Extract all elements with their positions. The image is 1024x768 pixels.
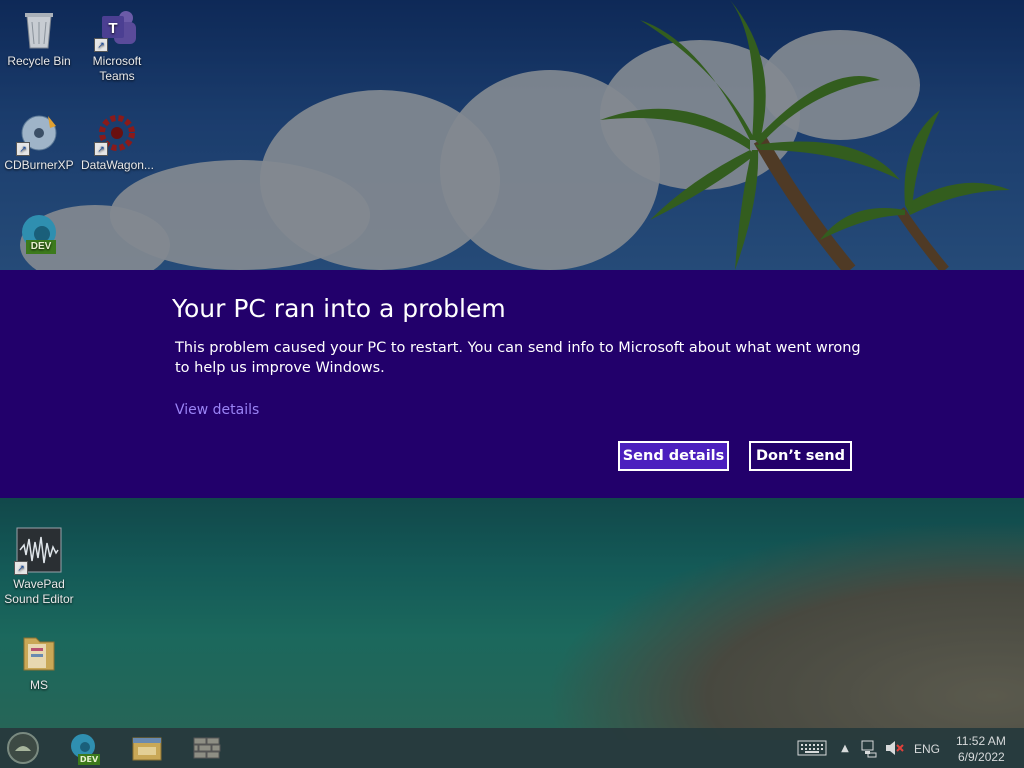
edge-dev-icon: DEV bbox=[18, 212, 60, 254]
volume-muted-icon bbox=[886, 741, 904, 755]
taskbar-edge-dev[interactable]: DEV bbox=[66, 732, 100, 765]
ms-folder-label: MS bbox=[30, 678, 48, 692]
datawagon-icon: ↗ bbox=[94, 112, 138, 156]
teams-icon: T ↗ bbox=[94, 8, 138, 52]
dialog-title: Your PC ran into a problem bbox=[172, 294, 506, 323]
wavepad-label-line1: WavePad bbox=[13, 577, 65, 591]
desktop-icon-microsoft-teams[interactable]: T ↗ Microsoft Teams bbox=[81, 8, 153, 84]
desktop-icon-recycle-bin[interactable]: Recycle Bin bbox=[3, 8, 75, 69]
datawagon-label: DataWagon... bbox=[81, 158, 154, 172]
recycle-bin-label: Recycle Bin bbox=[7, 54, 71, 68]
desktop-icon-datawagon[interactable]: ↗ DataWagon... bbox=[81, 112, 154, 173]
brick-wall-icon bbox=[193, 737, 221, 759]
shortcut-arrow-icon: ↗ bbox=[14, 561, 28, 575]
touch-keyboard-button[interactable] bbox=[796, 732, 828, 764]
teams-label-line2: Teams bbox=[99, 69, 135, 83]
desktop-icon-ms-folder[interactable]: MS bbox=[3, 632, 75, 693]
error-dialog: Your PC ran into a problem This problem … bbox=[0, 270, 1024, 498]
desktop-icon-wavepad[interactable]: ↗ WavePad Sound Editor bbox=[3, 527, 75, 607]
dev-badge: DEV bbox=[26, 240, 56, 254]
svg-text:T: T bbox=[108, 20, 117, 37]
taskbar: DEV ▲ ENG 11:52 AM 6/9/2022 bbox=[0, 728, 1024, 768]
taskbar-file-explorer[interactable] bbox=[130, 732, 164, 764]
desktop-icon-edge-dev[interactable]: DEV bbox=[3, 212, 75, 258]
folder-icon bbox=[18, 632, 60, 674]
wavepad-icon: ↗ bbox=[14, 527, 62, 575]
view-details-link[interactable]: View details bbox=[175, 402, 259, 418]
desktop: Recycle Bin T ↗ Microsoft Teams ↗ CDBurn… bbox=[0, 0, 1024, 768]
taskbar-dev-badge: DEV bbox=[78, 754, 100, 765]
wavepad-label-line2: Sound Editor bbox=[4, 592, 74, 606]
language-indicator[interactable]: ENG bbox=[914, 742, 940, 756]
cdburnerxp-label: CDBurnerXP bbox=[4, 158, 74, 172]
dont-send-button[interactable]: Don’t send bbox=[749, 441, 852, 471]
clock-time[interactable]: 11:52 AM bbox=[956, 734, 1006, 748]
start-button[interactable] bbox=[6, 732, 40, 764]
chevron-up-icon: ▲ bbox=[841, 742, 849, 754]
volume-tray-button[interactable] bbox=[882, 732, 906, 764]
start-orb-icon bbox=[7, 732, 39, 764]
clock-date[interactable]: 6/9/2022 bbox=[958, 750, 1005, 764]
dialog-message: This problem caused your PC to restart. … bbox=[175, 340, 861, 376]
recycle-bin-icon bbox=[18, 8, 60, 50]
taskbar-app[interactable] bbox=[190, 732, 224, 764]
network-tray-button[interactable] bbox=[858, 732, 880, 764]
file-explorer-icon bbox=[132, 737, 162, 761]
show-hidden-icons-button[interactable]: ▲ bbox=[836, 732, 854, 764]
cdburnerxp-icon: ↗ bbox=[16, 112, 60, 156]
shortcut-arrow-icon: ↗ bbox=[94, 142, 108, 156]
teams-label-line1: Microsoft bbox=[92, 54, 142, 68]
shortcut-arrow-icon: ↗ bbox=[16, 142, 30, 156]
shortcut-arrow-icon: ↗ bbox=[94, 38, 108, 52]
desktop-icon-cdburnerxp[interactable]: ↗ CDBurnerXP bbox=[3, 112, 75, 173]
network-icon bbox=[861, 740, 877, 758]
keyboard-icon bbox=[797, 740, 827, 756]
send-details-button[interactable]: Send details bbox=[618, 441, 729, 471]
